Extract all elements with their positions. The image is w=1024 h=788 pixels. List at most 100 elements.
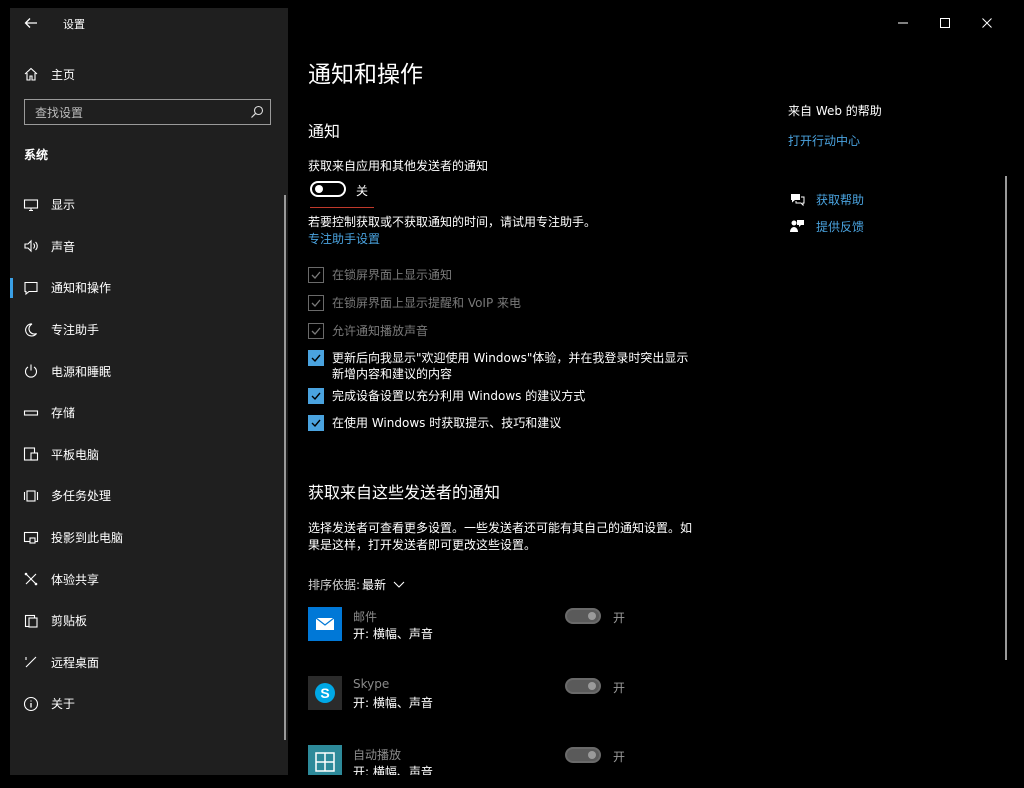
section-label-system: 系统 <box>24 148 49 162</box>
sidebar-item-label: 关于 <box>51 697 76 712</box>
get-help-link[interactable]: 获取帮助 <box>788 190 864 208</box>
toggle-knob <box>588 682 596 690</box>
action-center-link[interactable]: 打开行动中心 <box>788 132 860 149</box>
sidebar-item-sound[interactable]: 声音 <box>10 226 280 268</box>
sort-label: 排序依据: <box>308 578 361 592</box>
speaker-icon <box>22 237 40 255</box>
checkbox-row[interactable]: 更新后向我显示"欢迎使用 Windows"体验，并在我登录时突出显示 新增内容和… <box>308 350 688 382</box>
search-icon[interactable] <box>249 104 265 120</box>
sidebar-item-label: 存储 <box>51 406 76 421</box>
get-notifications-label: 获取来自应用和其他发送者的通知 <box>308 159 489 173</box>
mail-toggle-label: 开 <box>613 611 626 625</box>
sidebar-item-label: 剪贴板 <box>51 614 88 629</box>
checkbox-row[interactable]: 在使用 Windows 时获取提示、技巧和建议 <box>308 415 561 431</box>
sidebar-item-label: 通知和操作 <box>51 281 112 296</box>
tablet-icon <box>22 445 40 463</box>
notifications-toggle[interactable] <box>310 181 346 197</box>
maximize-button[interactable] <box>924 8 966 38</box>
sidebar-item-project[interactable]: 投影到此电脑 <box>10 517 280 559</box>
checkbox[interactable] <box>308 323 324 339</box>
minimize-icon <box>898 22 908 24</box>
checkbox-label: 在使用 Windows 时获取提示、技巧和建议 <box>332 416 562 430</box>
sidebar-item-notifications[interactable]: 通知和操作 <box>10 267 280 309</box>
checkmark-icon <box>311 271 321 279</box>
autoplay-toggle-label: 开 <box>613 750 626 764</box>
focus-hint: 若要控制获取或不获取通知的时间，请试用专注助手。 <box>308 215 597 229</box>
app-sub: 开: 横幅、声音 <box>353 696 433 710</box>
page-title: 通知和操作 <box>308 62 423 88</box>
app-title: 设置 <box>63 18 85 31</box>
app-sub: 开: 横幅、声音 <box>353 627 433 641</box>
skype-toggle[interactable] <box>565 678 601 694</box>
active-indicator <box>10 278 13 299</box>
search-input[interactable] <box>33 100 247 126</box>
sidebar-item-label: 多任务处理 <box>51 489 112 504</box>
checkbox-row[interactable]: 在锁屏界面上显示提醒和 VoIP 来电 <box>308 295 521 311</box>
feedback-link[interactable]: 提供反馈 <box>788 217 864 235</box>
checkbox-row[interactable]: 完成设备设置以充分利用 Windows 的建议方式 <box>308 388 585 404</box>
back-button[interactable] <box>22 14 42 32</box>
multitask-icon <box>22 487 40 505</box>
checkbox-label: 更新后向我显示"欢迎使用 Windows"体验，并在我登录时突出显示 新增内容和… <box>332 350 688 382</box>
autoplay-icon <box>308 745 342 775</box>
checkbox[interactable] <box>308 350 324 366</box>
minimize-button[interactable] <box>882 8 924 38</box>
sidebar-scrollbar[interactable] <box>284 195 286 740</box>
toggle-state-label: 关 <box>356 184 369 198</box>
checkbox-row[interactable]: 在锁屏界面上显示通知 <box>308 267 452 283</box>
checkbox[interactable] <box>308 415 324 431</box>
sidebar-item-focus[interactable]: 专注助手 <box>10 309 280 351</box>
main-scrollbar[interactable] <box>1005 176 1007 660</box>
sidebar-item-storage[interactable]: 存储 <box>10 392 280 434</box>
sort-dropdown[interactable]: 排序依据: 最新 <box>308 576 406 593</box>
sidebar-item-label: 投影到此电脑 <box>51 531 124 546</box>
toggle-knob <box>588 612 596 620</box>
checkbox-label-line2: 新增内容和建议的内容 <box>332 367 453 381</box>
project-icon <box>22 529 40 547</box>
main-content: 通知和操作 通知 获取来自应用和其他发送者的通知 关 若要控制获取或不获取通知的… <box>288 8 1008 775</box>
svg-text:S: S <box>320 685 329 701</box>
sidebar-item-label: 平板电脑 <box>51 447 100 462</box>
checkbox[interactable] <box>308 295 324 311</box>
app-name: 自动播放 <box>353 748 402 762</box>
sidebar-item-about[interactable]: 关于 <box>10 683 280 725</box>
sidebar-item-power[interactable]: 电源和睡眠 <box>10 350 280 392</box>
close-icon <box>982 18 992 28</box>
checkbox-label: 在锁屏界面上显示通知 <box>332 268 453 282</box>
checkbox[interactable] <box>308 388 324 404</box>
get-help-label: 获取帮助 <box>816 192 865 207</box>
checkmark-icon <box>311 392 321 401</box>
close-button[interactable] <box>966 8 1008 38</box>
sidebar-item-label: 声音 <box>51 239 76 254</box>
storage-icon <box>22 404 40 422</box>
titlebar-left: 设置 <box>10 8 288 38</box>
sidebar-item-label: 专注助手 <box>51 323 100 338</box>
help-chat-icon <box>788 190 806 208</box>
checkbox[interactable] <box>308 267 324 283</box>
sidebar-item-tablet[interactable]: 平板电脑 <box>10 434 280 476</box>
mail-toggle[interactable] <box>565 608 601 624</box>
focus-assist-link[interactable]: 专注助手设置 <box>308 230 380 247</box>
autoplay-toggle[interactable] <box>565 747 601 763</box>
checkbox-row[interactable]: 允许通知播放声音 <box>308 323 428 339</box>
maximize-icon <box>940 18 950 28</box>
notifications-heading: 通知 <box>308 122 341 141</box>
toggle-knob <box>315 185 323 193</box>
app-sub: 开: 横幅、声音 <box>353 765 433 775</box>
checkmark-icon <box>311 419 321 428</box>
toggle-knob <box>588 751 596 759</box>
senders-desc-line2: 果是这样，打开发送者即可更改这些设置。 <box>308 538 537 552</box>
sidebar-item-multitask[interactable]: 多任务处理 <box>10 475 280 517</box>
sidebar-item-home[interactable]: 主页 <box>22 64 272 84</box>
search-box[interactable] <box>24 99 271 126</box>
checkbox-label-line1: 更新后向我显示"欢迎使用 Windows"体验，并在我登录时突出显示 <box>332 351 689 365</box>
sidebar-item-share[interactable]: 体验共享 <box>10 558 280 600</box>
sidebar-item-remote-desktop[interactable]: 远程桌面 <box>10 642 280 684</box>
sidebar-item-clipboard[interactable]: 剪贴板 <box>10 600 280 642</box>
clipboard-icon <box>22 612 40 630</box>
home-icon <box>22 65 40 83</box>
sidebar-item-label: 显示 <box>51 198 76 213</box>
settings-window: 设置 主页 系统 显示 <box>10 8 1008 775</box>
senders-desc-line1: 选择发送者可查看更多设置。一些发送者还可能有其自己的通知设置。如 <box>308 521 693 535</box>
sidebar-item-display[interactable]: 显示 <box>10 184 280 226</box>
